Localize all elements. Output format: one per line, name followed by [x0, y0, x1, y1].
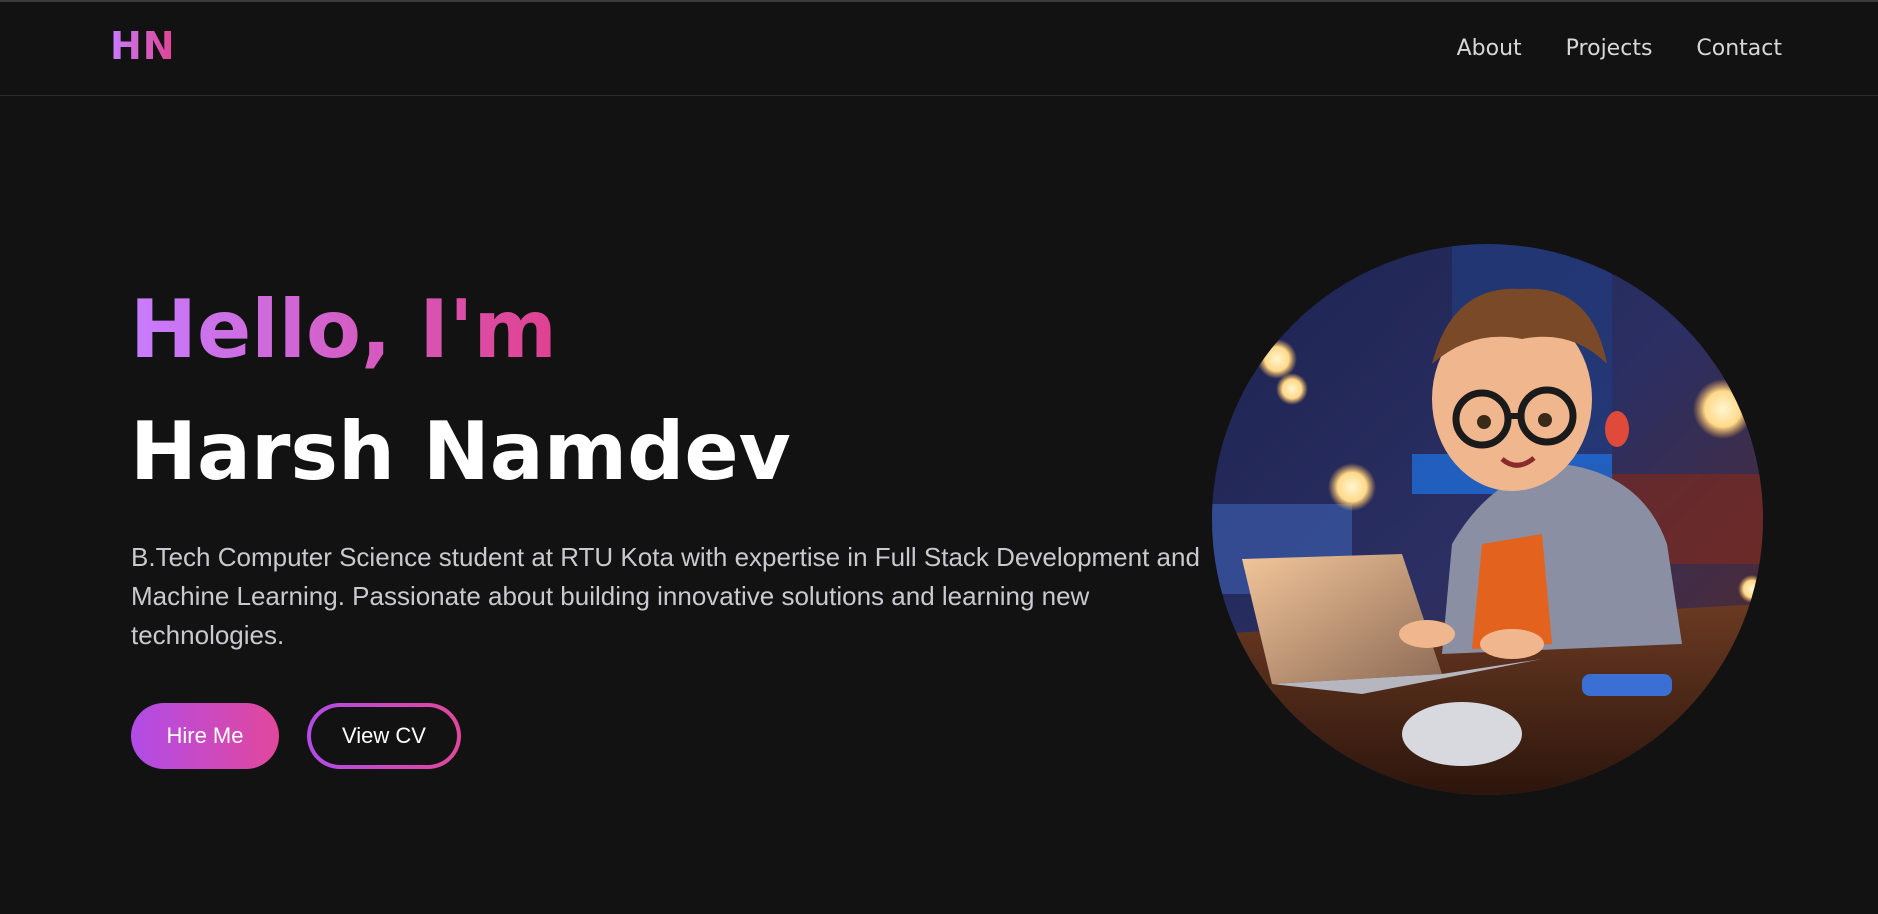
logo[interactable]: HN — [110, 24, 176, 68]
nav-link-contact[interactable]: Contact — [1696, 36, 1782, 61]
nav-link-projects[interactable]: Projects — [1566, 36, 1653, 61]
navbar: HN About Projects Contact — [0, 2, 1878, 96]
view-cv-button[interactable]: View CV — [307, 703, 461, 769]
hero-buttons: Hire Me View CV — [131, 703, 461, 769]
hire-me-button[interactable]: Hire Me — [131, 703, 279, 769]
nav-links: About Projects Contact — [1457, 36, 1782, 61]
hero-description: B.Tech Computer Science student at RTU K… — [131, 542, 1200, 650]
hero-name: Harsh Namdev — [130, 405, 791, 498]
avatar-image — [1212, 244, 1763, 795]
nav-link-about[interactable]: About — [1457, 36, 1522, 61]
hero-greeting: Hello, I'm — [130, 283, 557, 376]
